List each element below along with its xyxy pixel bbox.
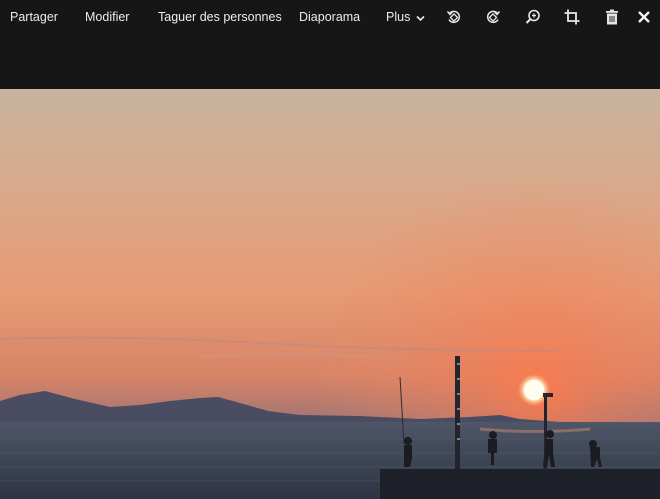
rotate-left-icon[interactable] xyxy=(445,8,463,26)
tag-people-button[interactable]: Taguer des personnes xyxy=(158,10,282,24)
share-button[interactable]: Partager xyxy=(10,10,58,24)
photo-display xyxy=(0,89,660,499)
sunset-photo xyxy=(0,89,660,499)
close-icon[interactable] xyxy=(635,8,653,26)
zoom-icon[interactable] xyxy=(524,8,542,26)
chevron-down-icon xyxy=(416,11,425,25)
photo-viewer: Partager Modifier Taguer des personnes D… xyxy=(0,0,660,499)
more-button[interactable]: Plus xyxy=(386,10,425,25)
rotate-right-icon[interactable] xyxy=(484,8,502,26)
edit-button[interactable]: Modifier xyxy=(85,10,129,24)
toolbar: Partager Modifier Taguer des personnes D… xyxy=(0,0,660,34)
trash-icon[interactable] xyxy=(603,8,621,26)
more-label: Plus xyxy=(386,10,411,24)
crop-icon[interactable] xyxy=(563,8,581,26)
slideshow-button[interactable]: Diaporama xyxy=(299,10,360,24)
